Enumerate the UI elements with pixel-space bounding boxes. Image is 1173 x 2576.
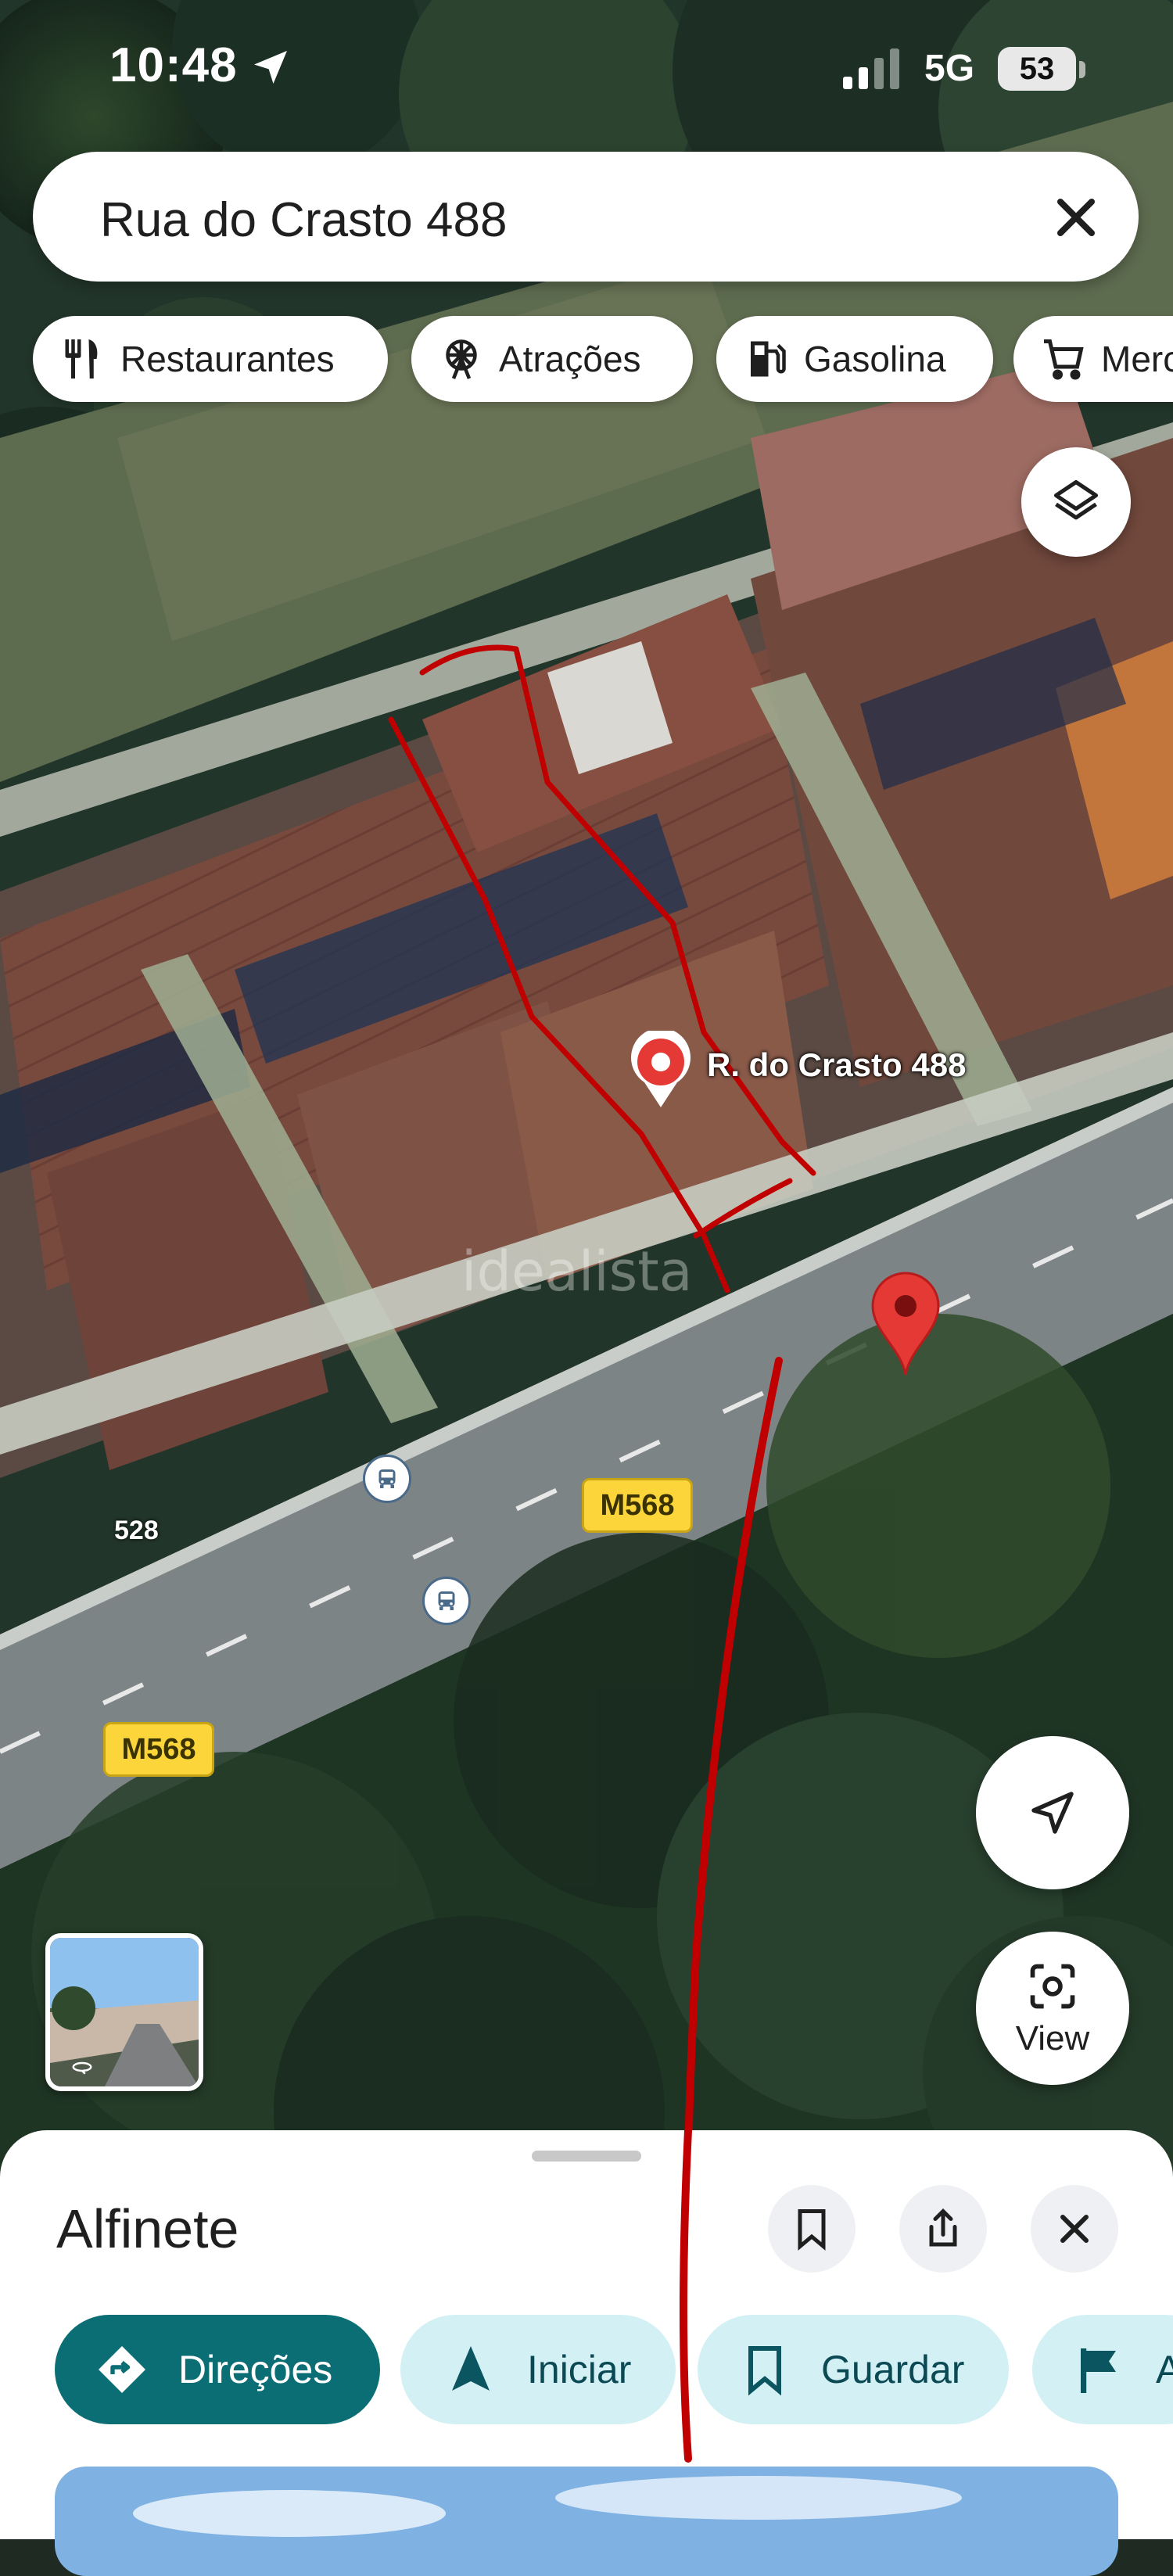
label-button[interactable]: A [1032, 2315, 1173, 2424]
start-button[interactable]: Iniciar [400, 2315, 676, 2424]
navigation-arrow-icon [452, 2346, 490, 2391]
fork-knife-icon [65, 339, 98, 379]
chip-restaurants[interactable]: Restaurantes [33, 316, 388, 402]
share-icon [929, 2208, 957, 2247]
view-label: View [1015, 2019, 1090, 2058]
bus-stop-icon[interactable] [422, 1577, 471, 1625]
search-query[interactable]: Rua do Crasto 488 [100, 192, 507, 248]
lens-icon [1030, 1964, 1075, 2009]
flag-icon [1081, 2348, 1116, 2393]
action-label: Guardar [821, 2348, 965, 2391]
navigation-arrow-icon [1031, 1792, 1074, 1834]
status-bar: 10:48 5G 53 [0, 0, 1173, 141]
bookmark-icon [748, 2346, 781, 2396]
close-icon[interactable] [1045, 186, 1107, 249]
battery-level: 53 [998, 47, 1076, 91]
chip-label: Merc [1101, 339, 1173, 379]
place-photo[interactable] [55, 2467, 1118, 2576]
chip-label: Gasolina [804, 339, 946, 379]
search-bar[interactable]: Rua do Crasto 488 [33, 152, 1139, 282]
close-icon [1060, 2215, 1089, 2243]
directions-icon [99, 2346, 145, 2393]
action-label: Direções [178, 2348, 333, 2391]
signal-icon [843, 48, 899, 89]
chip-attractions[interactable]: Atrações [411, 316, 693, 402]
place-label: R. do Crasto 488 [707, 1046, 967, 1083]
road-shield: M568 [103, 1722, 214, 1777]
chip-groceries[interactable]: Merc [1013, 316, 1173, 402]
layers-button[interactable] [1021, 447, 1131, 557]
place-pin-icon[interactable] [626, 1031, 696, 1109]
watermark-text: idealista [461, 1240, 693, 1304]
sheet-drag-handle[interactable] [532, 2151, 641, 2162]
place-sheet[interactable]: Alfinete Direções Iniciar Guardar A [0, 2130, 1173, 2576]
street-view-thumbnail[interactable] [45, 1933, 203, 2091]
sky-photo [55, 2467, 1118, 2576]
road-shield: M568 [582, 1478, 693, 1533]
save-button[interactable]: Guardar [698, 2315, 1009, 2424]
bus-stop-icon[interactable] [363, 1455, 411, 1503]
ferris-wheel-icon [446, 339, 477, 379]
bookmark-icon [798, 2209, 826, 2251]
close-sheet-button[interactable] [1031, 2185, 1118, 2273]
action-label: Iniciar [527, 2348, 632, 2391]
share-button[interactable] [899, 2185, 987, 2273]
view-button[interactable]: View [976, 1932, 1129, 2085]
gas-pump-icon [751, 341, 786, 377]
dropped-pin-icon[interactable] [870, 1270, 942, 1376]
status-time: 10:48 [109, 38, 238, 92]
network-type: 5G [924, 48, 975, 89]
directions-button[interactable]: Direções [55, 2315, 380, 2424]
action-label: A [1156, 2348, 1173, 2391]
cart-icon [1044, 339, 1084, 380]
location-arrow-icon [254, 51, 287, 84]
house-number-label: 528 [114, 1516, 159, 1545]
my-location-button[interactable] [976, 1736, 1129, 1889]
chip-label: Atrações [499, 339, 641, 379]
sheet-title: Alfinete [56, 2198, 239, 2259]
save-icon-button[interactable] [768, 2185, 856, 2273]
rotate-360-icon [72, 2061, 92, 2075]
layers-icon [1053, 479, 1099, 520]
chip-label: Restaurantes [120, 339, 335, 379]
battery-tip [1079, 61, 1085, 78]
chip-gas[interactable]: Gasolina [716, 316, 993, 402]
